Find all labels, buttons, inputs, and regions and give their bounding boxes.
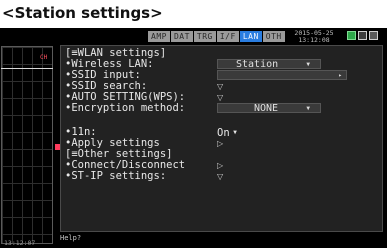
channel-label: CH: [40, 54, 48, 61]
date-time-display: 2015-05-25 13:12:08: [289, 30, 339, 43]
device-screen: AMP DAT TRG I/F LAN OTH 2015-05-25 13:12…: [0, 28, 387, 248]
auto-setting-expand-icon[interactable]: ▽: [217, 93, 223, 103]
graph-clock: 13:12:07: [4, 239, 36, 247]
tab-if[interactable]: I/F: [216, 31, 239, 42]
connect-disconnect-button[interactable]: ▷: [217, 161, 223, 171]
apply-settings-button[interactable]: ▷: [217, 139, 223, 149]
n11-value: On: [217, 127, 230, 139]
st-ip-expand-icon[interactable]: ▽: [217, 172, 223, 182]
wifi-icon: [347, 31, 356, 40]
wireless-lan-value: Station: [236, 59, 279, 70]
status-icons: [347, 31, 380, 40]
tab-trg[interactable]: TRG: [193, 31, 216, 42]
tab-dat[interactable]: DAT: [170, 31, 193, 42]
dropdown-caret-icon: ▼: [229, 129, 237, 136]
dropdown-caret-icon: ▼: [306, 61, 310, 68]
arrow-right-icon: ▸: [338, 72, 342, 79]
st-ip-settings-label: •ST-IP settings:: [65, 170, 167, 182]
wireless-lan-select[interactable]: Station ▼: [217, 59, 321, 70]
encryption-value: NONE: [254, 103, 279, 114]
time-text: 13:12:08: [298, 35, 330, 44]
n11-select[interactable]: On ▼: [217, 127, 237, 139]
tab-amp[interactable]: AMP: [148, 31, 170, 42]
encryption-select[interactable]: NONE ▼: [217, 103, 321, 114]
tab-bar: AMP DAT TRG I/F LAN OTH: [148, 31, 286, 42]
settings-panel: [≡WLAN settings] •Wireless LAN: Station …: [60, 45, 383, 232]
page-heading: <Station settings>: [2, 4, 163, 22]
memory-card-icon: [358, 31, 367, 40]
waveform-trace: [1, 68, 53, 69]
ssid-search-expand-icon[interactable]: ▽: [217, 82, 223, 92]
ssid-input-field[interactable]: ▸: [217, 70, 347, 80]
dropdown-caret-icon: ▼: [306, 105, 310, 112]
tab-lan[interactable]: LAN: [239, 31, 262, 42]
battery-icon: [369, 31, 378, 40]
encryption-label: •Encryption method:: [65, 102, 186, 114]
help-text: Help?: [60, 234, 82, 242]
tab-oth[interactable]: OTH: [262, 31, 285, 42]
waveform-graph: [1, 46, 53, 244]
